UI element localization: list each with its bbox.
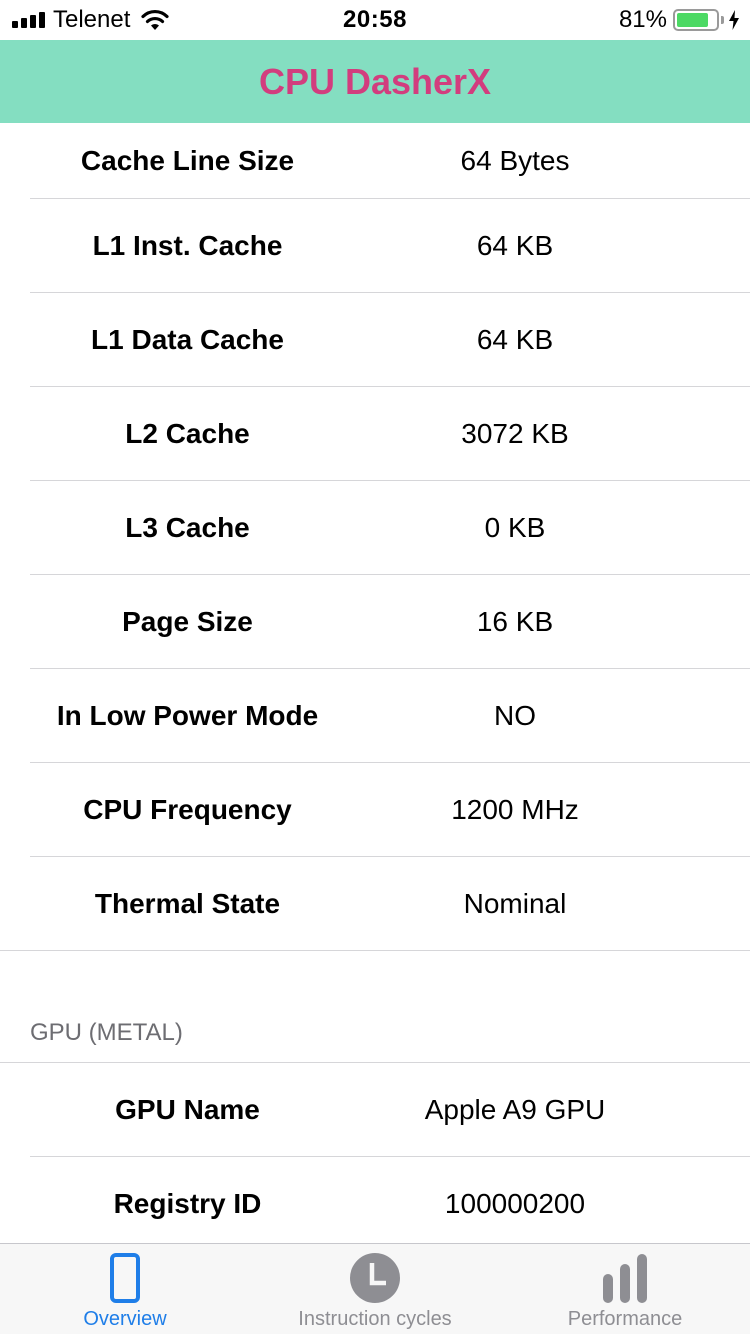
info-row-value: NO [494, 700, 536, 731]
status-bar: Telenet 20:58 81% [0, 0, 750, 40]
tab-bar: Overview Instruction cycles Performance [0, 1243, 750, 1334]
tab-label-performance: Performance [567, 1308, 683, 1330]
info-row-label: L1 Inst. Cache [92, 230, 283, 261]
gpu-info-section: GPU Name Apple A9 GPU Registry ID 100000200 [0, 1063, 750, 1243]
info-row-value: Apple A9 GPU [424, 1094, 606, 1125]
tab-instruction-cycles[interactable]: Instruction cycles [250, 1244, 500, 1334]
info-table[interactable]: Cache Line Size 64 Bytes L1 Inst. Cache 64 … [0, 123, 750, 1243]
info-row-value: 64 Bytes [460, 145, 570, 176]
battery-percentage: 81% [618, 6, 667, 33]
info-row: In Low Power Mode NO [0, 669, 750, 763]
info-row-label: L3 Cache [125, 512, 250, 543]
info-row-value: Nominal [463, 888, 567, 919]
info-row-value: 64 KB [476, 324, 554, 355]
battery-nub [721, 16, 724, 24]
info-row-label: GPU Name [115, 1094, 260, 1125]
info-row: Page Size 16 KB [0, 575, 750, 669]
tab-performance[interactable]: Performance [500, 1244, 750, 1334]
cpu-info-section: Cache Line Size 64 Bytes L1 Inst. Cache 64 … [0, 123, 750, 951]
battery-level-fill [677, 13, 708, 27]
info-row-value: 64 KB [476, 230, 554, 261]
phone-icon [110, 1253, 140, 1303]
info-row: Cache Line Size 64 Bytes [0, 123, 750, 199]
info-row-value: 16 KB [476, 606, 554, 637]
info-row-value: 3072 KB [461, 418, 569, 449]
info-row-label: Registry ID [113, 1188, 262, 1219]
gpu-section-header-area: GPU (METAL) [0, 951, 750, 1063]
info-row: L1 Inst. Cache 64 KB [0, 199, 750, 293]
info-row-label: CPU Frequency [83, 794, 292, 825]
bar-chart-icon [603, 1254, 647, 1303]
info-row: GPU Name Apple A9 GPU [0, 1063, 750, 1157]
info-row: Registry ID 100000200 [0, 1157, 750, 1243]
section-header-gpu: GPU (METAL) [30, 1019, 183, 1046]
info-row-value: 100000200 [444, 1188, 586, 1219]
tab-overview[interactable]: Overview [0, 1244, 250, 1334]
info-row: Thermal State Nominal [0, 857, 750, 951]
tab-label-overview: Overview [83, 1308, 167, 1330]
info-row-label: In Low Power Mode [56, 700, 319, 731]
app-title: CPU DasherX [258, 61, 492, 102]
status-bar-right: 81% [619, 6, 740, 34]
navigation-bar: CPU DasherX [0, 40, 750, 123]
clock-icon [350, 1253, 400, 1303]
battery-icon [673, 9, 719, 31]
info-row: CPU Frequency 1200 MHz [0, 763, 750, 857]
info-row: L1 Data Cache 64 KB [0, 293, 750, 387]
info-row-label: L2 Cache [125, 418, 250, 449]
info-row-label: L1 Data Cache [91, 324, 284, 355]
charging-bolt-icon [729, 10, 739, 30]
info-row: L3 Cache 0 KB [0, 481, 750, 575]
info-row: L2 Cache 3072 KB [0, 387, 750, 481]
info-row-value: 1200 MHz [451, 794, 579, 825]
tab-label-instruction-cycles: Instruction cycles [298, 1308, 452, 1330]
info-row-label: Thermal State [94, 888, 281, 919]
info-row-label: Cache Line Size [80, 145, 295, 176]
info-row-label: Page Size [122, 606, 253, 637]
info-row-value: 0 KB [484, 512, 546, 543]
